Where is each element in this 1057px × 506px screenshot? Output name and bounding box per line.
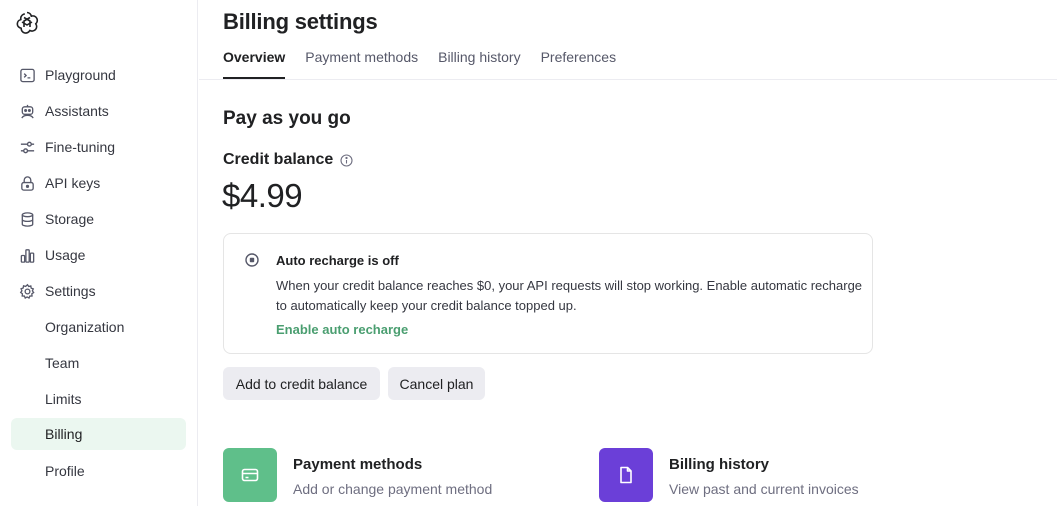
cancel-plan-button[interactable]: Cancel plan — [388, 367, 485, 400]
enable-auto-recharge-link[interactable]: Enable auto recharge — [276, 322, 408, 337]
sidebar-item-team[interactable]: Team — [11, 347, 186, 379]
page-title: Billing settings — [223, 9, 378, 34]
gear-icon — [18, 282, 36, 300]
billing-history-tile[interactable]: Billing history View past and current in… — [599, 448, 859, 502]
sidebar-item-label: Billing — [45, 426, 83, 442]
robot-icon — [18, 102, 36, 120]
plan-title: Pay as you go — [223, 108, 351, 129]
main-content: Billing settings Overview Payment method… — [199, 0, 1057, 506]
sidebar-item-label: Assistants — [45, 103, 109, 119]
payment-methods-tile-subtitle: Add or change payment method — [293, 481, 493, 497]
sidebar-item-api-keys[interactable]: API keys — [11, 167, 186, 199]
payment-methods-tile-title: Payment methods — [293, 456, 423, 473]
auto-recharge-description: When your credit balance reaches $0, you… — [276, 278, 863, 313]
auto-recharge-card: Auto recharge is off When your credit ba… — [223, 233, 873, 354]
sliders-icon — [18, 138, 36, 156]
sidebar-item-label: Storage — [45, 211, 95, 227]
document-icon — [599, 448, 653, 502]
sidebar-item-label: Organization — [45, 319, 125, 335]
tab-bar: Overview Payment methods Billing history… — [223, 48, 636, 79]
sidebar-item-billing[interactable]: Billing — [11, 418, 186, 450]
lock-icon — [18, 174, 36, 192]
info-icon[interactable] — [340, 153, 353, 167]
billing-history-tile-subtitle: View past and current invoices — [669, 481, 859, 497]
sidebar-item-fine-tuning[interactable]: Fine-tuning — [11, 131, 186, 163]
tab-billing-history[interactable]: Billing history — [438, 48, 520, 79]
sidebar-item-label: API keys — [45, 175, 101, 191]
credit-balance-label: Credit balance — [223, 151, 353, 169]
openai-logo-icon[interactable] — [15, 10, 39, 34]
sidebar-item-storage[interactable]: Storage — [11, 203, 186, 235]
add-to-credit-balance-button[interactable]: Add to credit balance — [223, 367, 380, 400]
radio-off-icon — [245, 253, 259, 267]
tab-overview[interactable]: Overview — [223, 48, 286, 79]
sidebar-item-label: Settings — [45, 283, 96, 299]
tab-payment-methods[interactable]: Payment methods — [305, 48, 418, 79]
payment-methods-tile[interactable]: Payment methods Add or change payment me… — [223, 448, 492, 502]
sidebar-item-profile[interactable]: Profile — [11, 455, 186, 487]
bar-chart-icon — [18, 246, 36, 264]
credit-balance-value: $4.99 — [222, 177, 303, 214]
auto-recharge-title: Auto recharge is off — [276, 253, 399, 268]
tabs-divider — [199, 79, 1057, 80]
sidebar: Playground Assistants Fine-tuning API ke… — [0, 0, 198, 506]
sidebar-item-label: Profile — [45, 463, 85, 479]
terminal-icon — [18, 66, 36, 84]
sidebar-item-settings[interactable]: Settings — [11, 275, 186, 307]
sidebar-item-label: Limits — [45, 391, 82, 407]
sidebar-item-label: Usage — [45, 247, 86, 263]
sidebar-item-label: Team — [45, 355, 80, 371]
sidebar-item-limits[interactable]: Limits — [11, 383, 186, 415]
sidebar-item-label: Fine-tuning — [45, 139, 116, 155]
sidebar-item-assistants[interactable]: Assistants — [11, 95, 186, 127]
tab-preferences[interactable]: Preferences — [541, 48, 616, 79]
credit-balance-label-text: Credit balance — [223, 151, 334, 168]
database-icon — [18, 210, 36, 228]
sidebar-item-label: Playground — [45, 67, 116, 83]
billing-history-tile-title: Billing history — [669, 456, 770, 473]
sidebar-item-organization[interactable]: Organization — [11, 311, 186, 343]
sidebar-item-usage[interactable]: Usage — [11, 239, 186, 271]
credit-card-icon — [223, 448, 277, 502]
sidebar-item-playground[interactable]: Playground — [11, 59, 186, 91]
